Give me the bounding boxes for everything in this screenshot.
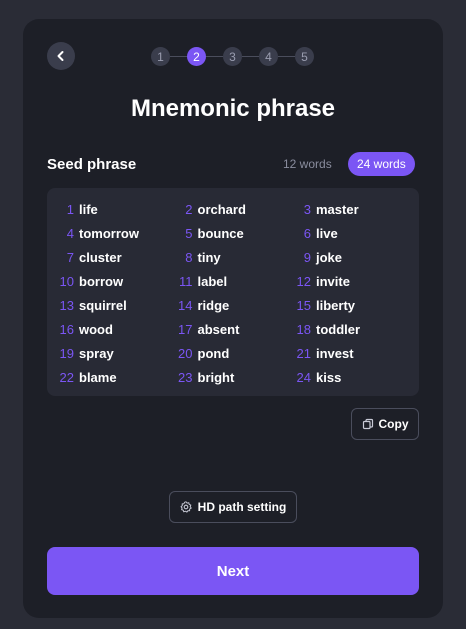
word-text: toddler: [316, 321, 361, 337]
step-connector: [206, 56, 223, 57]
seed-word-item: 23 bright: [166, 365, 285, 389]
word-number: 6: [303, 225, 311, 241]
copy-button[interactable]: Copy: [351, 408, 419, 440]
word-number: 19: [59, 345, 74, 361]
word-number: 15: [296, 297, 311, 313]
seed-word-item: 20 pond: [166, 341, 285, 365]
seed-word-item: 18 toddler: [284, 317, 403, 341]
step-connector: [242, 56, 259, 57]
seed-word-item: 6 live: [284, 221, 403, 245]
seed-word-item: 2 orchard: [166, 197, 285, 221]
step-5: 5: [295, 47, 314, 66]
word-number: 7: [66, 249, 74, 265]
word-text: invest: [316, 345, 354, 361]
word-text: borrow: [79, 273, 124, 289]
back-button[interactable]: [47, 42, 75, 70]
word-text: cluster: [79, 249, 122, 265]
seed-word-item: 14 ridge: [166, 293, 285, 317]
word-text: kiss: [316, 369, 342, 385]
word-number: 14: [178, 297, 193, 313]
word-text: absent: [197, 321, 240, 337]
seed-word-grid: 1 life 2 orchard 3 master 4 tomorrow 5 bounce…: [47, 188, 419, 396]
word-text: invite: [316, 273, 350, 289]
next-button[interactable]: Next: [47, 547, 419, 595]
seed-word-item: 16 wood: [47, 317, 166, 341]
seed-word-item: 4 tomorrow: [47, 221, 166, 245]
seed-word-item: 7 cluster: [47, 245, 166, 269]
gear-icon: [180, 501, 192, 513]
seed-word-item: 24 kiss: [284, 365, 403, 389]
word-number: 22: [59, 369, 74, 385]
seed-word-item: 3 master: [284, 197, 403, 221]
word-number: 13: [59, 297, 74, 313]
toggle-24-words[interactable]: 24 words: [348, 152, 415, 176]
copy-icon: [362, 418, 373, 430]
word-number: 8: [185, 249, 193, 265]
word-number: 20: [178, 345, 193, 361]
seed-word-item: 5 bounce: [166, 221, 285, 245]
seed-word-item: 12 invite: [284, 269, 403, 293]
word-text: squirrel: [79, 297, 127, 313]
mnemonic-card: 1 2 3 4 5 Mnemonic phrase Seed phrase 12…: [23, 19, 443, 618]
word-number: 24: [296, 369, 311, 385]
step-3: 3: [223, 47, 242, 66]
seed-word-item: 8 tiny: [166, 245, 285, 269]
page-title: Mnemonic phrase: [130, 95, 336, 122]
seed-word-item: 21 invest: [284, 341, 403, 365]
word-number: 10: [59, 273, 74, 289]
seed-word-item: 22 blame: [47, 365, 166, 389]
word-text: bounce: [197, 225, 244, 241]
seed-word-item: 13 squirrel: [47, 293, 166, 317]
word-text: bright: [197, 369, 235, 385]
word-text: master: [316, 201, 359, 217]
word-text: tomorrow: [79, 225, 139, 241]
toggle-12-words[interactable]: 12 words: [276, 152, 339, 176]
word-text: ridge: [197, 297, 230, 313]
step-indicator: 1 2 3 4 5: [151, 47, 314, 66]
seed-word-item: 15 liberty: [284, 293, 403, 317]
seed-word-item: 11 label: [166, 269, 285, 293]
word-number: 5: [185, 225, 193, 241]
word-number: 12: [296, 273, 311, 289]
step-connector: [170, 56, 187, 57]
seed-word-item: 1 life: [47, 197, 166, 221]
word-text: live: [316, 225, 338, 241]
seed-word-item: 19 spray: [47, 341, 166, 365]
word-number: 1: [66, 201, 74, 217]
word-number: 11: [179, 273, 193, 289]
word-text: spray: [79, 345, 114, 361]
word-text: wood: [79, 321, 113, 337]
seed-word-item: 9 joke: [284, 245, 403, 269]
step-4: 4: [259, 47, 278, 66]
word-text: joke: [316, 249, 343, 265]
word-number: 4: [66, 225, 74, 241]
seed-word-item: 10 borrow: [47, 269, 166, 293]
word-text: pond: [197, 345, 230, 361]
word-number: 17: [178, 321, 193, 337]
seed-word-item: 17 absent: [166, 317, 285, 341]
word-text: blame: [79, 369, 117, 385]
chevron-left-icon: [57, 51, 64, 61]
hd-path-label: HD path setting: [197, 500, 287, 514]
word-text: label: [197, 273, 228, 289]
word-number: 23: [178, 369, 193, 385]
word-text: tiny: [197, 249, 221, 265]
step-connector: [278, 56, 295, 57]
word-number: 9: [303, 249, 311, 265]
copy-label: Copy: [378, 417, 409, 431]
word-number: 21: [296, 345, 311, 361]
word-text: orchard: [197, 201, 246, 217]
word-text: liberty: [316, 297, 356, 313]
word-number: 2: [185, 201, 193, 217]
word-text: life: [79, 201, 98, 217]
step-1: 1: [151, 47, 170, 66]
word-number: 16: [59, 321, 74, 337]
seed-phrase-label: Seed phrase: [47, 156, 137, 173]
hd-path-setting-button[interactable]: HD path setting: [169, 491, 297, 523]
word-number: 18: [296, 321, 311, 337]
step-2: 2: [187, 47, 206, 66]
word-number: 3: [303, 201, 311, 217]
